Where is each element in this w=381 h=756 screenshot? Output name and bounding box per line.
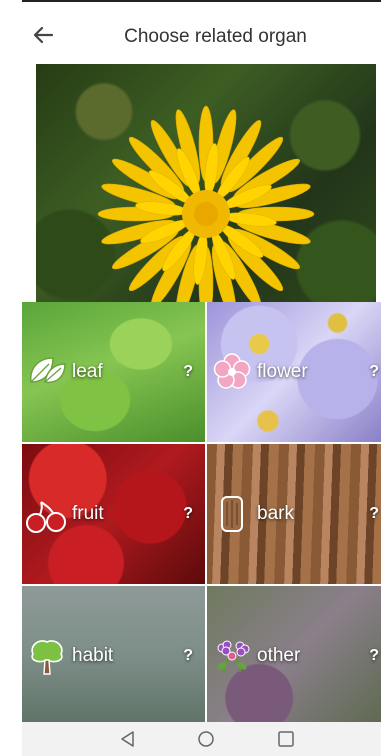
app-header: Choose related organ xyxy=(0,8,381,64)
organ-tile-leaf[interactable]: leaf ? xyxy=(22,302,205,442)
help-icon-leaf[interactable]: ? xyxy=(183,363,193,381)
bark-icon xyxy=(221,496,243,532)
organ-tile-flower[interactable]: flower ? xyxy=(207,302,381,442)
help-icon-habit[interactable]: ? xyxy=(183,647,193,665)
submitted-photo xyxy=(36,64,376,302)
tree-icon xyxy=(31,640,63,675)
nav-recents-icon[interactable] xyxy=(276,730,296,748)
system-nav-bar xyxy=(22,722,381,756)
organ-tile-other[interactable]: other ? xyxy=(207,586,381,726)
page-title: Choose related organ xyxy=(124,26,307,47)
help-icon-fruit[interactable]: ? xyxy=(183,505,193,523)
help-icon-flower[interactable]: ? xyxy=(369,363,379,381)
organ-label-other: other xyxy=(257,645,301,666)
nav-home-icon[interactable] xyxy=(196,730,216,748)
fruit-icon xyxy=(26,501,66,533)
organ-tile-fruit[interactable]: fruit ? xyxy=(22,444,205,584)
organ-label-fruit: fruit xyxy=(72,503,104,524)
dandelion-image xyxy=(97,105,315,302)
help-icon-other[interactable]: ? xyxy=(369,647,379,665)
top-divider xyxy=(22,0,381,2)
organ-tile-bark[interactable]: bark ? xyxy=(207,444,381,584)
flower-icon xyxy=(213,353,251,389)
organ-label-habit: habit xyxy=(72,645,114,666)
organ-tile-habit[interactable]: habit ? xyxy=(22,586,205,726)
organ-label-leaf: leaf xyxy=(72,361,103,382)
help-icon-bark[interactable]: ? xyxy=(369,505,379,523)
nav-back-icon[interactable] xyxy=(118,730,138,748)
organ-label-bark: bark xyxy=(257,503,294,524)
leaf-icon xyxy=(30,357,66,384)
organ-label-flower: flower xyxy=(257,361,308,382)
flowers-icon xyxy=(217,640,250,673)
organ-grid: leaf ? flower ? fruit ? bark ? habit ? o… xyxy=(22,302,381,726)
